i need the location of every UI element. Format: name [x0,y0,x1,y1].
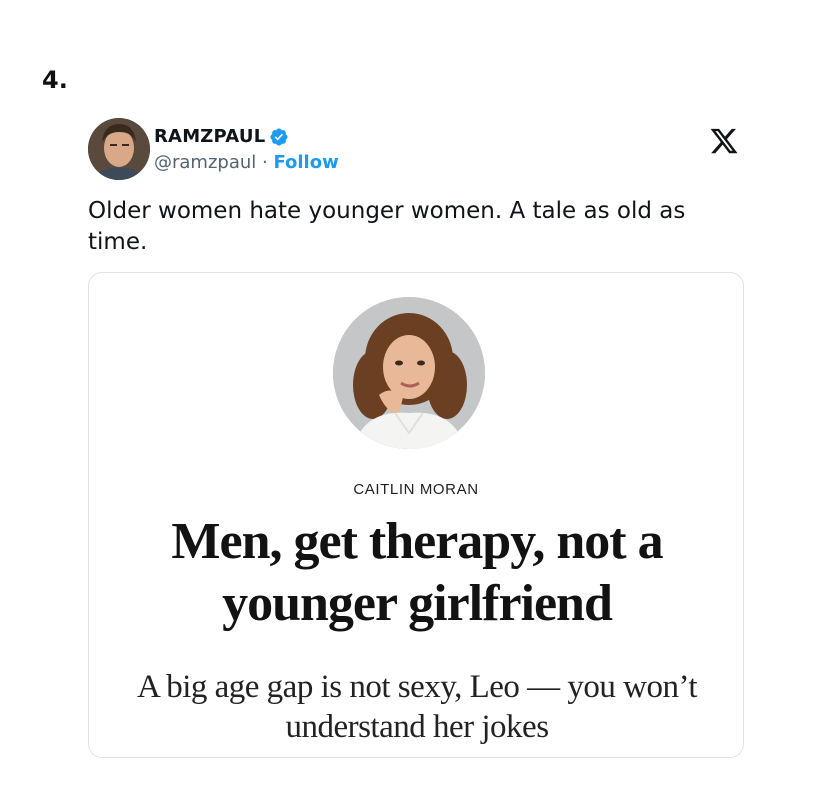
author-photo [333,297,485,449]
article-author: CAITLIN MORAN [353,481,479,498]
handle-separator: · [256,152,274,173]
article-card[interactable]: CAITLIN MORAN Men, get therapy, not a yo… [88,272,744,758]
article-headline[interactable]: Men, get therapy, not a younger girlfrie… [119,511,715,635]
tweet-header: RAMZPAUL @ramzpaul · Follow [88,118,748,182]
avatar-photo [88,118,150,180]
verified-badge-icon [269,127,289,147]
list-number: 4. [42,66,68,94]
avatar[interactable] [88,118,150,180]
display-name[interactable]: RAMZPAUL [154,126,265,147]
handle-row: @ramzpaul · Follow [154,152,339,173]
handle[interactable]: @ramzpaul [154,152,256,173]
follow-button[interactable]: Follow [273,152,338,173]
article-subheadline: A big age gap is not sexy, Leo — you won… [136,669,698,745]
tweet-text: Older women hate younger women. A tale a… [88,198,686,255]
page: 4. RAMZPAUL @ramzpaul · Follow Older wom… [0,0,831,790]
x-logo-icon[interactable] [708,126,740,156]
display-name-row: RAMZPAUL [154,126,289,147]
